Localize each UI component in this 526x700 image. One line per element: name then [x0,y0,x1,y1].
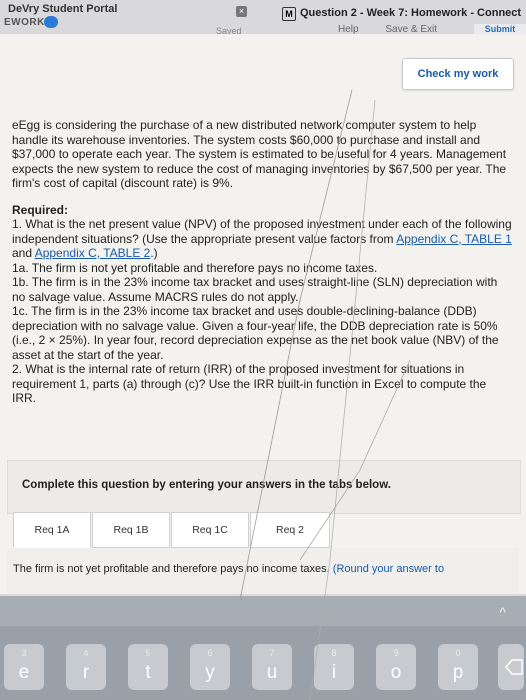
key-e-number: 3 [21,648,27,658]
key-o[interactable]: 9o [376,644,416,690]
requirement-1b: 1b. The firm is in the 23% income tax br… [12,275,498,304]
key-u-number: 7 [269,648,275,658]
key-o-letter: o [390,662,402,683]
key-e[interactable]: 3e [4,644,44,690]
key-r[interactable]: 4r [66,644,106,690]
key-i-number: 8 [331,648,337,658]
backspace-key[interactable] [498,644,524,690]
keyboard-suggestion-bar: ^ [0,596,526,626]
question-intro: eEgg is considering the purchase of a ne… [12,118,507,190]
key-p[interactable]: 0p [438,644,478,690]
browser-tab-bar: DeVry Student Portal EWORK × Saved M Que… [0,0,526,38]
key-y-number: 6 [207,648,213,658]
appendix-c-table-2-link[interactable]: Appendix C, TABLE 2 [35,246,151,260]
requirement-1-and: and [12,246,35,260]
tab-question-title: Question 2 - Week 7: Homework - Connect [300,7,522,19]
requirement-2: 2. What is the internal rate of return (… [12,362,487,405]
key-t[interactable]: 5t [128,644,168,690]
tab-req-1a[interactable]: Req 1A [13,512,91,548]
requirement-1: 1. What is the net present value (NPV) o… [12,217,512,261]
requirement-1c: 1c. The firm is in the 23% income tax br… [12,304,499,362]
tab-req-1b[interactable]: Req 1B [92,512,170,548]
key-r-letter: r [82,662,90,683]
notification-badge [44,16,58,28]
key-p-number: 0 [455,648,461,658]
key-o-number: 9 [393,648,399,658]
required-heading: Required: [12,202,69,217]
key-r-number: 4 [83,648,89,658]
check-my-work-button[interactable]: Check my work [402,58,514,90]
question-page: Check my work eEgg is considering the pu… [0,34,526,594]
key-i-letter: i [331,662,337,683]
key-y-letter: y [205,662,215,683]
key-u-letter: u [266,662,278,683]
connect-m-icon: M [282,7,296,21]
backspace-icon [505,659,523,675]
appendix-c-table-1-link[interactable]: Appendix C, TABLE 1 [396,232,512,246]
rounding-note: (Round your answer to [332,563,445,575]
tab-title: DeVry Student Portal [8,3,118,15]
key-t-number: 5 [145,648,151,658]
tab-req-2[interactable]: Req 2 [250,512,330,548]
onscreen-keyboard: ^ 3e 4r 5t 6y 7u 8i 9o 0p [0,596,526,700]
instructions-text: Complete this question by entering your … [22,479,391,491]
question-text: eEgg is considering the purchase of a ne… [12,118,512,406]
key-p-letter: p [452,662,464,683]
answer-instruction-text: The firm is not yet profitable and there… [13,563,330,575]
close-tab-icon[interactable]: × [236,6,247,17]
requirement-1a: 1a. The firm is not yet profitable and t… [12,260,378,275]
answer-instruction: The firm is not yet profitable and there… [13,563,444,575]
instructions-box: Complete this question by entering your … [7,460,521,514]
tab-req-1c[interactable]: Req 1C [171,512,249,548]
answer-panel: The firm is not yet profitable and there… [7,548,519,594]
key-u[interactable]: 7u [252,644,292,690]
chevron-up-icon[interactable]: ^ [499,604,506,620]
key-e-letter: e [18,662,30,683]
tab-devry-portal[interactable]: DeVry Student Portal EWORK [0,0,228,34]
key-t-letter: t [145,662,151,683]
requirement-1-end: .) [150,246,158,260]
key-i[interactable]: 8i [314,644,354,690]
key-y[interactable]: 6y [190,644,230,690]
tab-subtitle: EWORK [4,17,45,28]
